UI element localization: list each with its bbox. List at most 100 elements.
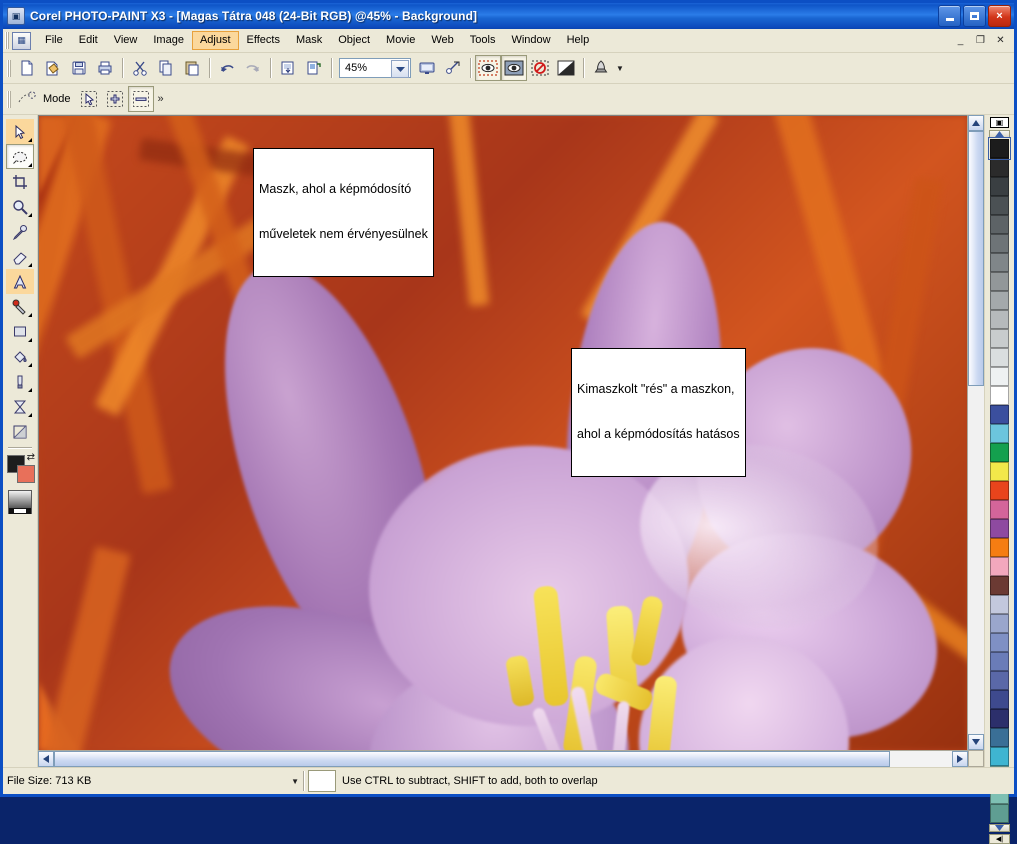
copy-button[interactable] [153, 55, 179, 81]
palette-swatch[interactable] [990, 538, 1009, 557]
mode-subtractive-button[interactable] [127, 86, 154, 112]
chevron-down-icon[interactable]: ▼ [291, 777, 299, 786]
menu-window[interactable]: Window [503, 31, 558, 50]
palette-swatch[interactable] [990, 158, 1009, 177]
mdi-close-button[interactable]: ✕ [991, 31, 1010, 50]
toolbar-overflow-icon[interactable]: ▼ [616, 64, 624, 73]
menu-help[interactable]: Help [559, 31, 598, 50]
scroll-up-button[interactable] [968, 115, 984, 131]
paste-button[interactable] [179, 55, 205, 81]
import-button[interactable] [275, 55, 301, 81]
print-button[interactable] [92, 55, 118, 81]
menubar-grip[interactable] [5, 32, 9, 49]
file-size-field[interactable]: File Size: 713 KB ▼ [3, 771, 303, 791]
fill-tool[interactable] [6, 344, 34, 369]
zoom-level-combo[interactable]: 45% [339, 58, 411, 78]
palette-swatch[interactable] [990, 709, 1009, 728]
swap-colors-icon[interactable]: ⇄ [27, 452, 35, 463]
palette-swatch[interactable] [990, 291, 1009, 310]
palette-swatch[interactable] [990, 690, 1009, 709]
status-color-swatch[interactable] [308, 770, 336, 792]
palette-swatch[interactable] [990, 481, 1009, 500]
palette-swatch[interactable] [990, 557, 1009, 576]
new-button[interactable] [14, 55, 40, 81]
effect-tool[interactable] [6, 394, 34, 419]
palette-swatch[interactable] [990, 272, 1009, 291]
palette-swatch[interactable] [990, 519, 1009, 538]
property-bar-grip[interactable] [7, 90, 11, 108]
pick-tool[interactable] [6, 119, 34, 144]
palette-swatch[interactable] [990, 747, 1009, 766]
gradient-fill-icon[interactable] [8, 490, 32, 514]
vertical-scroll-track[interactable] [968, 131, 984, 734]
redo-button[interactable] [240, 55, 266, 81]
palette-swatch[interactable] [990, 348, 1009, 367]
menu-movie[interactable]: Movie [378, 31, 423, 50]
eraser-tool[interactable] [6, 244, 34, 269]
vertical-scroll-thumb[interactable] [968, 131, 984, 386]
palette-swatch[interactable] [990, 671, 1009, 690]
palette-options-icon[interactable]: ▣ [990, 117, 1009, 128]
palette-swatch[interactable] [990, 386, 1009, 405]
palette-swatch[interactable] [990, 196, 1009, 215]
menu-web[interactable]: Web [423, 31, 461, 50]
palette-end-button[interactable]: ◀| [989, 834, 1010, 844]
palette-swatch[interactable] [990, 728, 1009, 747]
mask-overlay-button[interactable] [475, 55, 501, 81]
menu-view[interactable]: View [106, 31, 146, 50]
color-correction-button[interactable] [440, 55, 466, 81]
mdi-minimize-button[interactable]: _ [951, 31, 970, 50]
mode-additive-button[interactable] [102, 86, 128, 112]
mask-marquee-button[interactable] [501, 55, 527, 81]
palette-swatch[interactable] [990, 614, 1009, 633]
double-chevron-right-icon[interactable]: » [154, 93, 168, 105]
text-tool[interactable] [6, 269, 34, 294]
palette-scroll-up-button[interactable] [989, 130, 1010, 138]
horizontal-scroll-track[interactable] [54, 751, 952, 767]
palette-swatch[interactable] [990, 652, 1009, 671]
mode-normal-button[interactable] [76, 86, 102, 112]
palette-swatch[interactable] [990, 576, 1009, 595]
palette-swatch[interactable] [990, 234, 1009, 253]
vertical-scrollbar[interactable] [967, 115, 984, 750]
color-swatches[interactable]: ⇄ [5, 452, 35, 487]
rectangle-tool[interactable] [6, 319, 34, 344]
image-canvas[interactable]: Maszk, ahol a képmódosító műveletek nem … [38, 115, 967, 750]
palette-swatch[interactable] [990, 310, 1009, 329]
menu-object[interactable]: Object [330, 31, 378, 50]
zoom-tool[interactable] [6, 194, 34, 219]
mask-tool[interactable] [6, 144, 34, 169]
menu-adjust[interactable]: Adjust [191, 31, 239, 50]
crop-tool[interactable] [6, 169, 34, 194]
palette-swatch[interactable] [990, 329, 1009, 348]
touch-up-tool[interactable] [6, 294, 34, 319]
palette-swatch[interactable] [990, 633, 1009, 652]
palette-swatch[interactable] [990, 215, 1009, 234]
menu-edit[interactable]: Edit [71, 31, 106, 50]
chevron-down-icon[interactable] [391, 60, 409, 78]
full-screen-preview-button[interactable] [414, 55, 440, 81]
background-color-swatch[interactable] [17, 465, 35, 483]
scroll-down-button[interactable] [968, 734, 984, 750]
palette-swatch[interactable] [990, 500, 1009, 519]
horizontal-scroll-thumb[interactable] [54, 751, 890, 767]
paint-tool[interactable] [6, 369, 34, 394]
palette-swatch[interactable] [990, 462, 1009, 481]
palette-swatch[interactable] [990, 405, 1009, 424]
horizontal-scrollbar[interactable] [38, 750, 968, 767]
menu-mask[interactable]: Mask [288, 31, 330, 50]
minimize-button[interactable] [938, 5, 961, 27]
eyedropper-tool[interactable] [6, 219, 34, 244]
menu-file[interactable]: File [37, 31, 71, 50]
palette-swatch[interactable] [988, 137, 1011, 160]
cut-button[interactable] [127, 55, 153, 81]
undo-button[interactable] [214, 55, 240, 81]
interactive-fill-tool[interactable] [6, 419, 34, 444]
document-icon[interactable]: ▦ [12, 31, 31, 50]
palette-swatch[interactable] [990, 367, 1009, 386]
application-launcher-button[interactable] [588, 55, 614, 81]
export-button[interactable] [301, 55, 327, 81]
palette-scroll-down-button[interactable] [989, 824, 1010, 832]
palette-swatch[interactable] [990, 177, 1009, 196]
save-button[interactable] [66, 55, 92, 81]
